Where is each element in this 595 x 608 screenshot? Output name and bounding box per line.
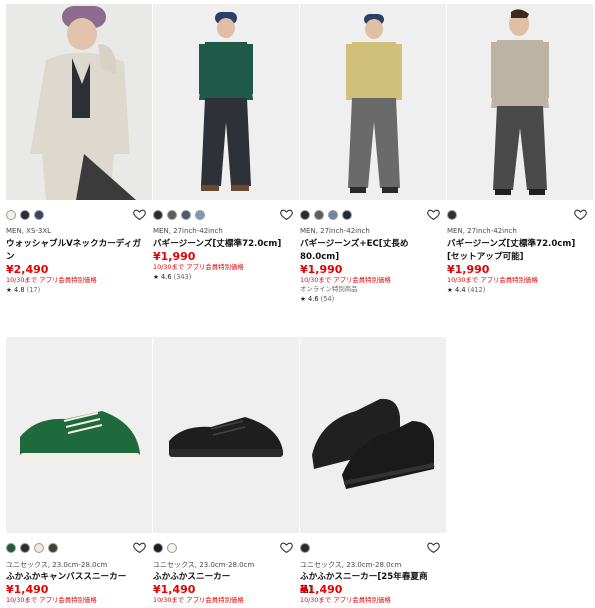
product-meta: MEN, 27inch-42inch <box>300 227 370 235</box>
model-cardigan-image <box>6 4 152 200</box>
heart-outline-icon[interactable] <box>574 208 587 221</box>
rating-value: 4.4 <box>455 286 466 294</box>
product-meta: MEN, XS-3XL <box>6 227 52 235</box>
heart-outline-icon[interactable] <box>280 541 293 554</box>
product-image[interactable] <box>447 4 593 200</box>
product-image[interactable] <box>300 337 446 533</box>
star-icon: ★ <box>153 273 159 281</box>
color-swatches[interactable] <box>153 210 205 220</box>
color-swatch[interactable] <box>167 543 177 553</box>
black-sneaker-pair-image <box>300 337 446 533</box>
product-price: ¥2,490 <box>6 263 49 276</box>
black-sneaker-image <box>153 337 299 533</box>
color-swatch[interactable] <box>300 543 310 553</box>
color-swatch[interactable] <box>34 543 44 553</box>
color-swatch[interactable] <box>447 210 457 220</box>
star-icon: ★ <box>300 295 306 303</box>
color-swatch[interactable] <box>153 210 163 220</box>
product-price: ¥1,490 <box>153 583 196 596</box>
product-meta: ユニセックス, 23.0cm-28.0cm <box>300 561 402 569</box>
product-rating: ★ 4.6 (343) <box>153 272 244 282</box>
color-swatches[interactable] <box>300 543 310 553</box>
color-swatch[interactable] <box>48 543 58 553</box>
product-rating: ★ 4.8 (17) <box>6 285 97 295</box>
online-exclusive-label: オンライン特別商品 <box>300 285 358 293</box>
heart-outline-icon[interactable] <box>133 541 146 554</box>
promo-text: 10/30まで アプリ会員特別価格 <box>300 596 391 604</box>
color-swatch[interactable] <box>328 210 338 220</box>
star-icon: ★ <box>447 286 453 294</box>
heart-outline-icon[interactable] <box>427 208 440 221</box>
color-swatch[interactable] <box>300 210 310 220</box>
product-name[interactable]: ウォッシャブルVネックカーディガン <box>6 238 146 264</box>
product-meta: MEN, 27inch-42inch <box>153 227 223 235</box>
promo-text: 10/30まで アプリ会員特別価格 <box>6 596 97 604</box>
promo-text: 10/30まで アプリ会員特別価格 <box>300 276 391 284</box>
product-meta: MEN, 27inch-42inch <box>447 227 517 235</box>
product-image[interactable] <box>6 337 152 533</box>
review-count: (412) <box>467 286 486 294</box>
color-swatches[interactable] <box>6 210 44 220</box>
product-price: ¥1,490 <box>6 583 49 596</box>
product-price: ¥1,990 <box>153 250 196 263</box>
color-swatches[interactable] <box>300 210 352 220</box>
promo-text: 10/30まで アプリ会員特別価格 <box>447 276 538 284</box>
color-swatch[interactable] <box>20 543 30 553</box>
color-swatch[interactable] <box>20 210 30 220</box>
product-rating: ★ 4.4 (412) <box>447 285 538 295</box>
heart-outline-icon[interactable] <box>280 208 293 221</box>
color-swatch[interactable] <box>167 210 177 220</box>
product-name[interactable]: バギージーンズ[丈標準72.0cm][セットアップ可能] <box>447 238 587 264</box>
color-swatch[interactable] <box>181 210 191 220</box>
rating-value: 4.8 <box>14 286 25 294</box>
color-swatches[interactable] <box>6 543 58 553</box>
color-swatch[interactable] <box>342 210 352 220</box>
model-jeans-ec-image <box>300 4 446 200</box>
color-swatch[interactable] <box>6 543 16 553</box>
model-jeans-setup-image <box>447 4 593 200</box>
promo-text: 10/30まで アプリ会員特別価格 <box>153 263 244 271</box>
product-rating: ★ 4.6 (54) <box>300 294 391 304</box>
model-jeans-image <box>153 4 299 200</box>
heart-outline-icon[interactable] <box>133 208 146 221</box>
rating-value: 4.6 <box>161 273 172 281</box>
product-price: ¥1,990 <box>447 263 490 276</box>
color-swatch[interactable] <box>195 210 205 220</box>
product-price: ¥1,990 <box>300 263 343 276</box>
color-swatch[interactable] <box>34 210 44 220</box>
product-image[interactable] <box>153 4 299 200</box>
promo-text: 10/30まで アプリ会員特別価格 <box>153 596 244 604</box>
product-image[interactable] <box>153 337 299 533</box>
review-count: (17) <box>26 286 41 294</box>
color-swatches[interactable] <box>153 543 177 553</box>
color-swatch[interactable] <box>153 543 163 553</box>
rating-value: 4.6 <box>308 295 319 303</box>
star-icon: ★ <box>6 286 12 294</box>
green-sneaker-image <box>6 337 152 533</box>
product-name[interactable]: バギージーンズ+EC[丈長め80.0cm] <box>300 238 440 264</box>
promo-text: 10/30まで アプリ会員特別価格 <box>6 276 97 284</box>
color-swatch[interactable] <box>6 210 16 220</box>
review-count: (343) <box>173 273 192 281</box>
color-swatch[interactable] <box>314 210 324 220</box>
color-swatches[interactable] <box>447 210 457 220</box>
product-meta: ユニセックス, 23.0cm-28.0cm <box>6 561 108 569</box>
product-price: ¥1,490 <box>300 583 343 596</box>
heart-outline-icon[interactable] <box>427 541 440 554</box>
product-image[interactable] <box>6 4 152 200</box>
product-image[interactable] <box>300 4 446 200</box>
review-count: (54) <box>320 295 335 303</box>
product-meta: ユニセックス, 23.0cm-28.0cm <box>153 561 255 569</box>
